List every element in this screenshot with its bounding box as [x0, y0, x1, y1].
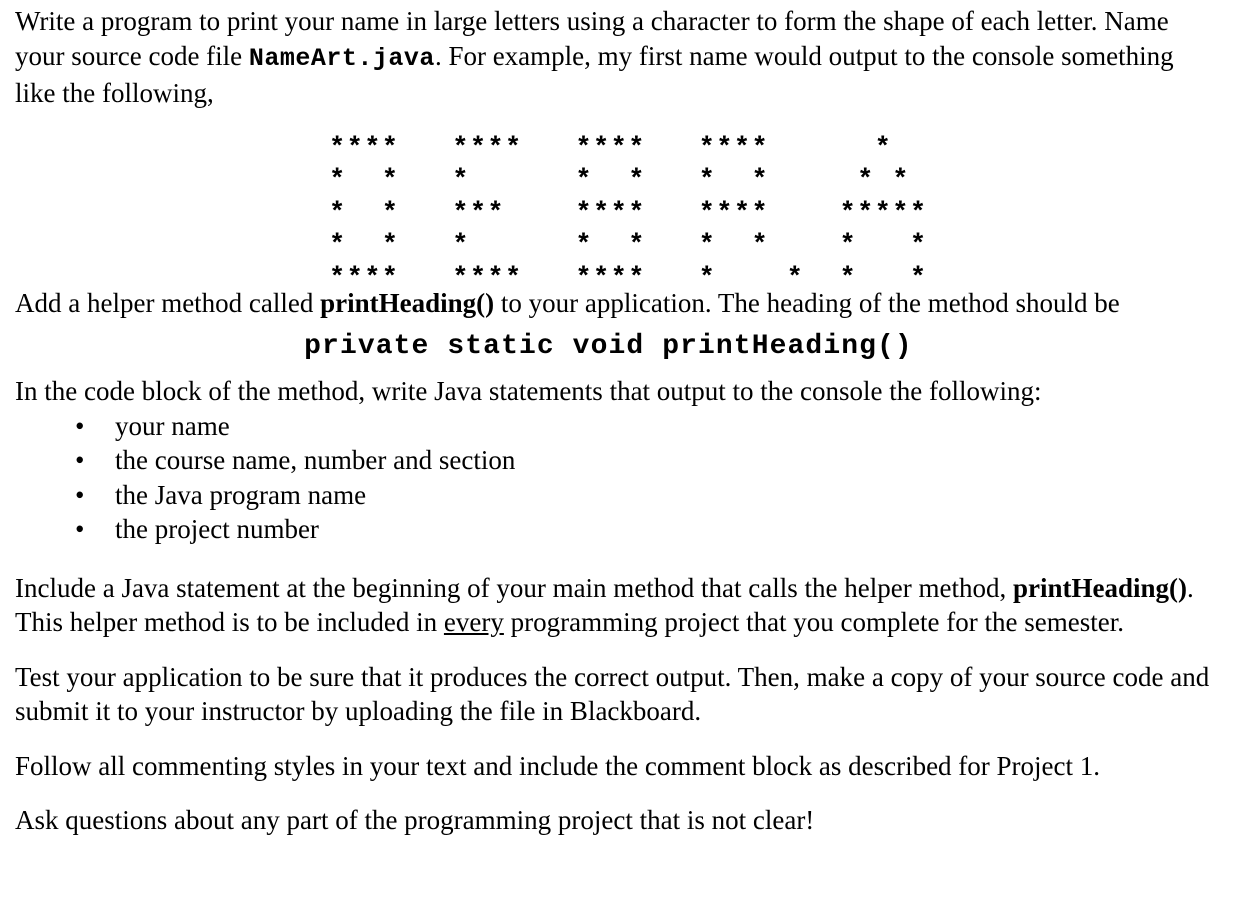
source-filename-code: NameArt.java — [248, 43, 435, 73]
output-items-list: • your name • the course name, number and … — [15, 409, 1220, 547]
ascii-art-row-3: * * *** **** **** ***** — [329, 198, 928, 229]
bullet-dot-icon: • — [75, 479, 85, 510]
ascii-art-row-2: * * * * * * * * * — [329, 166, 910, 196]
list-item: • the course name, number and section — [15, 443, 1220, 478]
list-item: • the project number — [15, 512, 1220, 547]
list-item-label: the Java program name — [115, 479, 367, 510]
method-signature-line: private static void printHeading() — [304, 331, 913, 362]
include-statement-paragraph: Include a Java statement at the beginnin… — [15, 571, 1220, 640]
ascii-art-row-1: **** **** **** **** * — [329, 133, 893, 164]
test-application-paragraph: Test your application to be sure that it… — [15, 661, 1210, 727]
commenting-styles-paragraph: Follow all commenting styles in your tex… — [15, 750, 1101, 781]
ascii-art-row-5: **** **** **** * * * * — [329, 263, 928, 294]
list-item-label: the course name, number and section — [115, 445, 516, 475]
ascii-art-block: **** **** **** **** * * * * * * * * * * … — [15, 111, 1220, 294]
code-block-intro-paragraph: In the code block of the method, write J… — [15, 376, 1042, 406]
list-item: • your name — [15, 409, 1220, 444]
ascii-art-canvas: **** **** **** **** * * * * * * * * * * … — [329, 133, 928, 296]
intro-paragraph: Write a program to print your name in la… — [15, 4, 1220, 111]
include-text-part1: Include a Java statement at the beginnin… — [15, 572, 1013, 603]
ask-questions-paragraph: Ask questions about any part of the prog… — [15, 805, 815, 835]
include-text-part3: programming project that you complete fo… — [503, 607, 1124, 637]
bullet-dot-icon: • — [75, 514, 85, 544]
bullet-dot-icon: • — [75, 410, 85, 441]
document-body: Write a program to print your name in la… — [0, 0, 1236, 838]
list-item-label: the project number — [115, 514, 319, 544]
list-item-label: your name — [115, 410, 230, 441]
document-page: Write a program to print your name in la… — [0, 0, 1236, 924]
ascii-art-row-4: * * * * * * * * * — [329, 231, 928, 261]
helper-text-before: Add a helper method called — [15, 287, 321, 318]
list-item: • the Java program name — [15, 478, 1220, 513]
emphasis-every-word: every — [443, 607, 504, 637]
bullet-dot-icon: • — [75, 445, 85, 475]
print-heading-bold-2: printHeading() — [1012, 572, 1187, 603]
